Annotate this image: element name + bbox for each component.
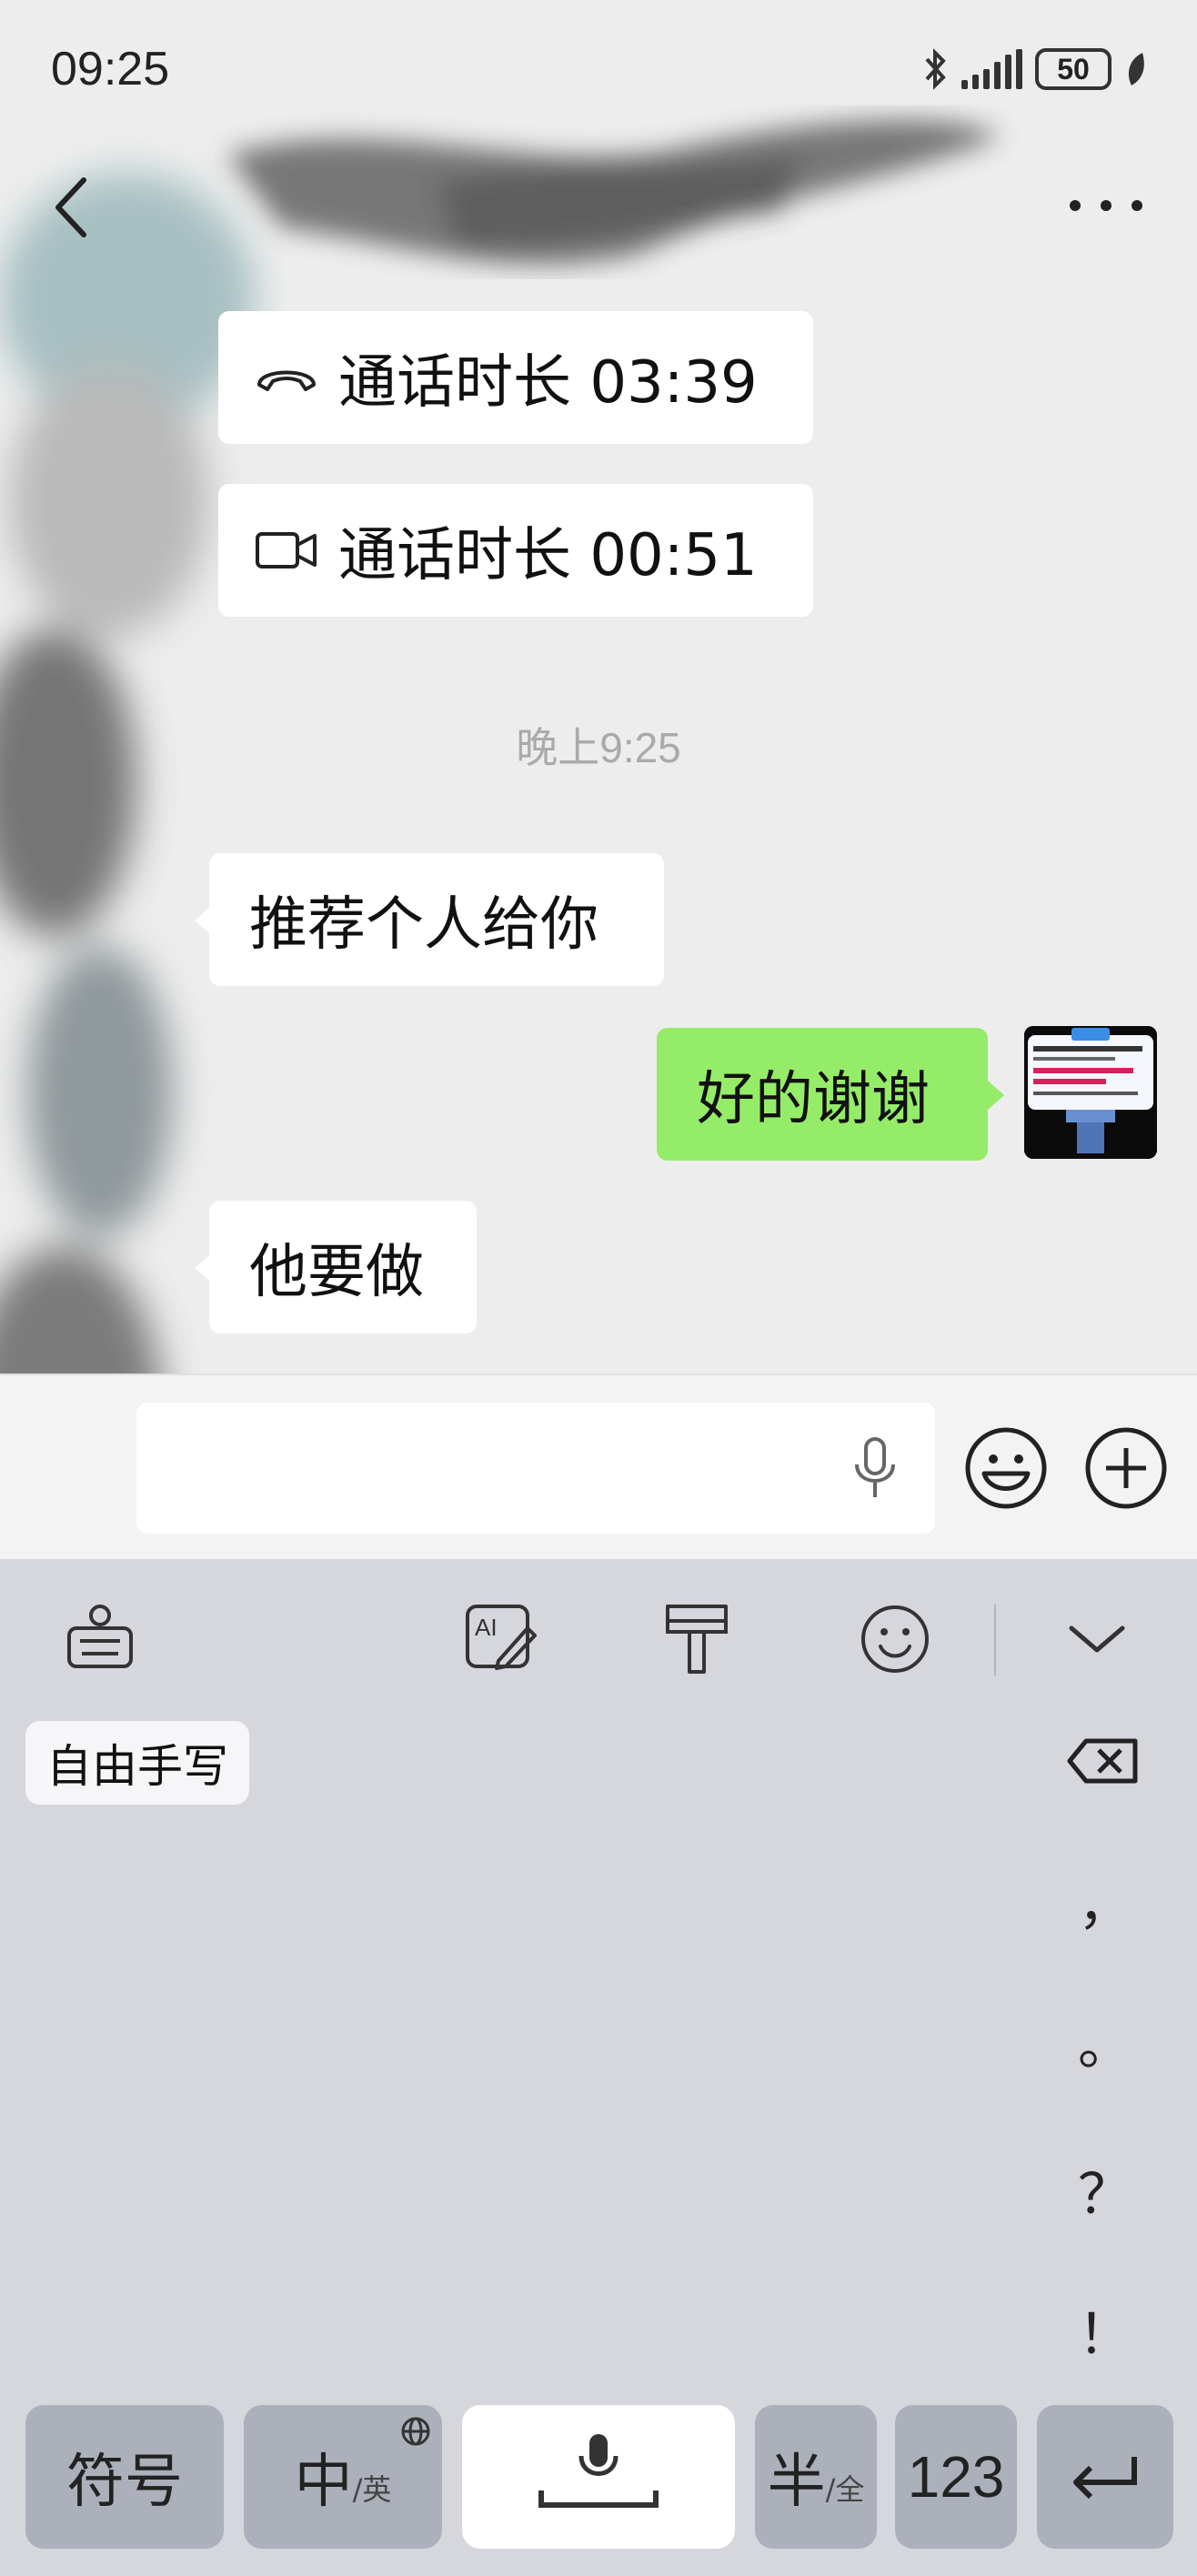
exclamation-key[interactable]: ！ [1055, 2290, 1155, 2370]
message-text: 好的谢谢 [697, 1066, 930, 1133]
leaf-icon [1128, 53, 1144, 86]
status-time: 09:25 [51, 43, 170, 96]
microphone-icon[interactable] [850, 1435, 900, 1501]
numbers-key-label: 123 [907, 2444, 1005, 2510]
enter-key[interactable] [1037, 2405, 1173, 2549]
svg-text:AI: AI [475, 1614, 498, 1641]
language-switch-key[interactable]: 中/英 [244, 2405, 442, 2549]
globe-icon [401, 2417, 430, 2446]
avatar-image [1024, 1026, 1157, 1159]
bubble-tail [988, 1081, 1004, 1110]
symbols-key-label: 符号 [66, 2449, 183, 2516]
half-sub-label: /全 [825, 2472, 865, 2507]
enter-icon [1073, 2457, 1137, 2500]
toolbar-divider [994, 1605, 996, 1675]
received-message[interactable]: 推荐个人给你 [209, 853, 664, 986]
call-duration-label: 通话时长 03:39 [338, 349, 758, 417]
video-call-icon [256, 532, 317, 569]
message-text: 他要做 [249, 1239, 424, 1306]
status-icons: 50 [921, 47, 1148, 91]
voice-space-icon [538, 2434, 659, 2508]
call-duration-label: 通话时长 00:51 [338, 522, 758, 589]
brush-icon[interactable] [660, 1601, 733, 1677]
user-avatar[interactable] [1024, 1026, 1157, 1159]
free-handwriting-chip[interactable]: 自由手写 [25, 1721, 249, 1805]
bluetooth-icon [925, 48, 946, 90]
back-arrow-icon[interactable] [47, 171, 102, 244]
message-timestamp: 晚上9:25 [516, 724, 681, 771]
numbers-key[interactable]: 123 [895, 2405, 1017, 2549]
chevron-down-icon[interactable] [1066, 1615, 1128, 1661]
lang-sub-label: /英 [352, 2472, 392, 2507]
add-icon[interactable] [1084, 1426, 1168, 1510]
backspace-icon[interactable] [1066, 1736, 1141, 1786]
more-options-icon[interactable] [1070, 187, 1142, 224]
keyboard-icon[interactable] [64, 1601, 136, 1674]
received-message[interactable]: 他要做 [209, 1201, 477, 1333]
period-key[interactable]: 。 [1055, 2001, 1155, 2080]
space-key[interactable] [462, 2405, 735, 2549]
phone-icon [257, 370, 316, 391]
lang-main-label: 中 [294, 2449, 353, 2516]
battery-indicator: 50 [1035, 48, 1112, 90]
emoji-icon[interactable] [964, 1426, 1048, 1510]
comma-key[interactable]: ， [1055, 1861, 1155, 1940]
signal-icon [961, 49, 1022, 89]
sent-message[interactable]: 好的谢谢 [657, 1028, 988, 1161]
question-mark-key[interactable]: ？ [1055, 2150, 1155, 2229]
message-text: 推荐个人给你 [249, 891, 598, 959]
half-width-key[interactable]: 半/全 [755, 2405, 877, 2549]
video-call-record-bubble[interactable]: 通话时长 00:51 [218, 484, 813, 617]
call-record-bubble[interactable]: 通话时长 03:39 [218, 311, 813, 444]
ai-icon[interactable]: AI [462, 1601, 538, 1674]
symbols-key[interactable]: 符号 [25, 2405, 224, 2549]
emoji-icon[interactable] [859, 1603, 931, 1675]
half-main-label: 半 [767, 2449, 826, 2516]
message-input[interactable] [136, 1403, 935, 1534]
